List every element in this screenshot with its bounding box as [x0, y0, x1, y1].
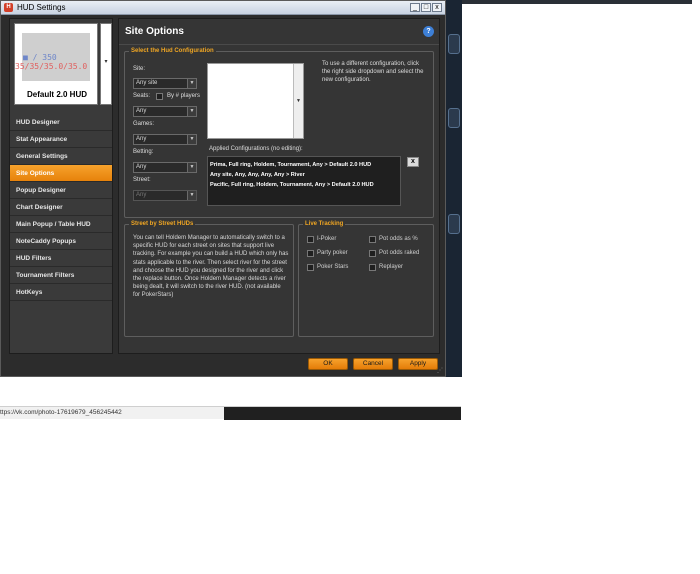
sidebar-item-hud-designer[interactable]: HUD Designer	[10, 114, 112, 131]
ipoker-label: I-Poker	[317, 236, 337, 242]
site-select[interactable]: Any site ▼	[133, 78, 197, 89]
pokerstars-checkbox[interactable]	[307, 264, 314, 271]
main-panel: Site Options ? Select the Hud Configurat…	[118, 18, 440, 354]
street-huds-description: You can tell Holdem Manager to automatic…	[133, 235, 289, 299]
hud-preview[interactable]: ■ / 350 35/35/35.0/35.0 Default 2.0 HUD	[14, 23, 98, 105]
window-controls: _ □ x	[410, 3, 442, 12]
chevron-down-icon: ▾	[104, 59, 108, 65]
games-select[interactable]: Any ▼	[133, 134, 197, 145]
street-select[interactable]: Any ▼	[133, 190, 197, 201]
chevron-down-icon: ▼	[187, 163, 196, 172]
site-select-value: Any site	[136, 80, 158, 86]
pot-odds-percent-checkbox[interactable]	[369, 236, 376, 243]
street-label: Street:	[133, 177, 151, 183]
sidebar-item-chart-designer[interactable]: Chart Designer	[10, 199, 112, 216]
sidebar-item-notecaddy-popups[interactable]: NoteCaddy Popups	[10, 233, 112, 250]
by-players-checkbox[interactable]	[156, 93, 163, 100]
hud-settings-window: H HUD Settings _ □ x ■ / 350 35/35/35.0/…	[0, 0, 446, 377]
seats-label: Seats:	[133, 93, 151, 99]
pot-odds-percent-label: Pot odds as %	[379, 236, 418, 242]
help-icon[interactable]: ?	[423, 26, 434, 37]
group-title: Live Tracking	[303, 221, 346, 227]
remove-configuration-button[interactable]: x	[407, 157, 419, 167]
background-app-button	[448, 108, 460, 128]
config-info-text: To use a different configuration, click …	[322, 61, 424, 83]
sidebar-item-site-options[interactable]: Site Options	[10, 165, 112, 182]
chevron-down-icon: ▼	[187, 135, 196, 144]
sidebar-item-general-settings[interactable]: General Settings	[10, 148, 112, 165]
sidebar-nav: HUD Designer Stat Appearance General Set…	[10, 114, 112, 301]
background-app-button	[448, 34, 460, 54]
chevron-down-icon: ▼	[187, 79, 196, 88]
background-app-strip	[462, 0, 692, 4]
page-title: Site Options	[119, 19, 439, 45]
list-item[interactable]: Prima, Full ring, Holdem, Tournament, An…	[210, 160, 398, 170]
app-icon: H	[4, 3, 13, 12]
seats-select-value: Any	[136, 108, 147, 114]
cancel-button[interactable]: Cancel	[353, 358, 393, 370]
select-hud-config-group: Select the Hud Configuration Site: Any s…	[124, 48, 434, 218]
hud-preview-stats-line2: 35/35/35.0/35.0	[15, 62, 88, 71]
street-huds-group: Street by Street HUDs You can tell Holde…	[124, 221, 294, 337]
seats-select[interactable]: Any ▼	[133, 106, 197, 117]
chevron-down-icon: ▼	[187, 107, 196, 116]
list-item[interactable]: Pacific, Full ring, Holdem, Tournament, …	[210, 180, 398, 190]
hud-preview-label: Default 2.0 HUD	[26, 90, 87, 99]
hud-preview-stats-line1: ■ / 350	[23, 53, 57, 62]
window-title: HUD Settings	[17, 3, 66, 12]
close-button[interactable]: x	[432, 3, 442, 12]
pot-odds-raked-checkbox[interactable]	[369, 250, 376, 257]
replayer-checkbox[interactable]	[369, 264, 376, 271]
betting-select-value: Any	[136, 164, 147, 170]
sidebar: ■ / 350 35/35/35.0/35.0 Default 2.0 HUD …	[9, 18, 113, 354]
applied-configurations-label: Applied Configurations (no editing):	[209, 146, 303, 152]
group-title: Street by Street HUDs	[129, 221, 196, 227]
resize-grip-icon[interactable]: ⋰	[437, 368, 443, 374]
list-scrollbar[interactable]: ▼	[293, 64, 303, 138]
background-app-edge	[446, 0, 462, 377]
live-tracking-group: Live Tracking I-Poker Party poker Poker …	[298, 221, 434, 337]
status-url: ttps://vk.com/photo-17619679_456245442	[0, 409, 122, 416]
sidebar-item-main-popup[interactable]: Main Popup / Table HUD	[10, 216, 112, 233]
browser-status-bar: ttps://vk.com/photo-17619679_456245442	[0, 406, 461, 420]
group-title: Select the Hud Configuration	[129, 48, 216, 54]
site-label: Site:	[133, 66, 146, 72]
hud-preview-dropdown[interactable]: ▾	[100, 23, 112, 105]
games-label: Games:	[133, 121, 155, 127]
status-bar-dark-area	[224, 407, 461, 420]
minimize-button[interactable]: _	[410, 3, 420, 12]
sidebar-item-hud-filters[interactable]: HUD Filters	[10, 250, 112, 267]
hud-configuration-list[interactable]: ▼	[207, 63, 304, 139]
ok-button[interactable]: OK	[308, 358, 348, 370]
games-select-value: Any	[136, 136, 147, 142]
partypoker-label: Party poker	[317, 250, 348, 256]
sidebar-item-tournament-filters[interactable]: Tournament Filters	[10, 267, 112, 284]
partypoker-checkbox[interactable]	[307, 250, 314, 257]
pot-odds-raked-label: Pot odds raked	[379, 250, 420, 256]
title-bar: H HUD Settings _ □ x	[1, 1, 445, 15]
maximize-button[interactable]: □	[421, 3, 431, 12]
street-select-value: Any	[136, 192, 147, 198]
ipoker-checkbox[interactable]	[307, 236, 314, 243]
chevron-down-icon: ▼	[187, 191, 196, 200]
pokerstars-label: Poker Stars	[317, 264, 349, 270]
sidebar-item-popup-designer[interactable]: Popup Designer	[10, 182, 112, 199]
background-app-button	[448, 214, 460, 234]
sidebar-item-hotkeys[interactable]: HotKeys	[10, 284, 112, 301]
replayer-label: Replayer	[379, 264, 404, 270]
by-players-label: By # players	[167, 93, 201, 99]
sidebar-item-stat-appearance[interactable]: Stat Appearance	[10, 131, 112, 148]
list-item[interactable]: Any site, Any, Any, Any, Any > River	[210, 170, 398, 180]
apply-button[interactable]: Apply	[398, 358, 438, 370]
betting-label: Betting:	[133, 149, 154, 155]
applied-configurations-list[interactable]: Prima, Full ring, Holdem, Tournament, An…	[207, 156, 401, 206]
betting-select[interactable]: Any ▼	[133, 162, 197, 173]
chevron-down-icon: ▼	[296, 98, 301, 104]
